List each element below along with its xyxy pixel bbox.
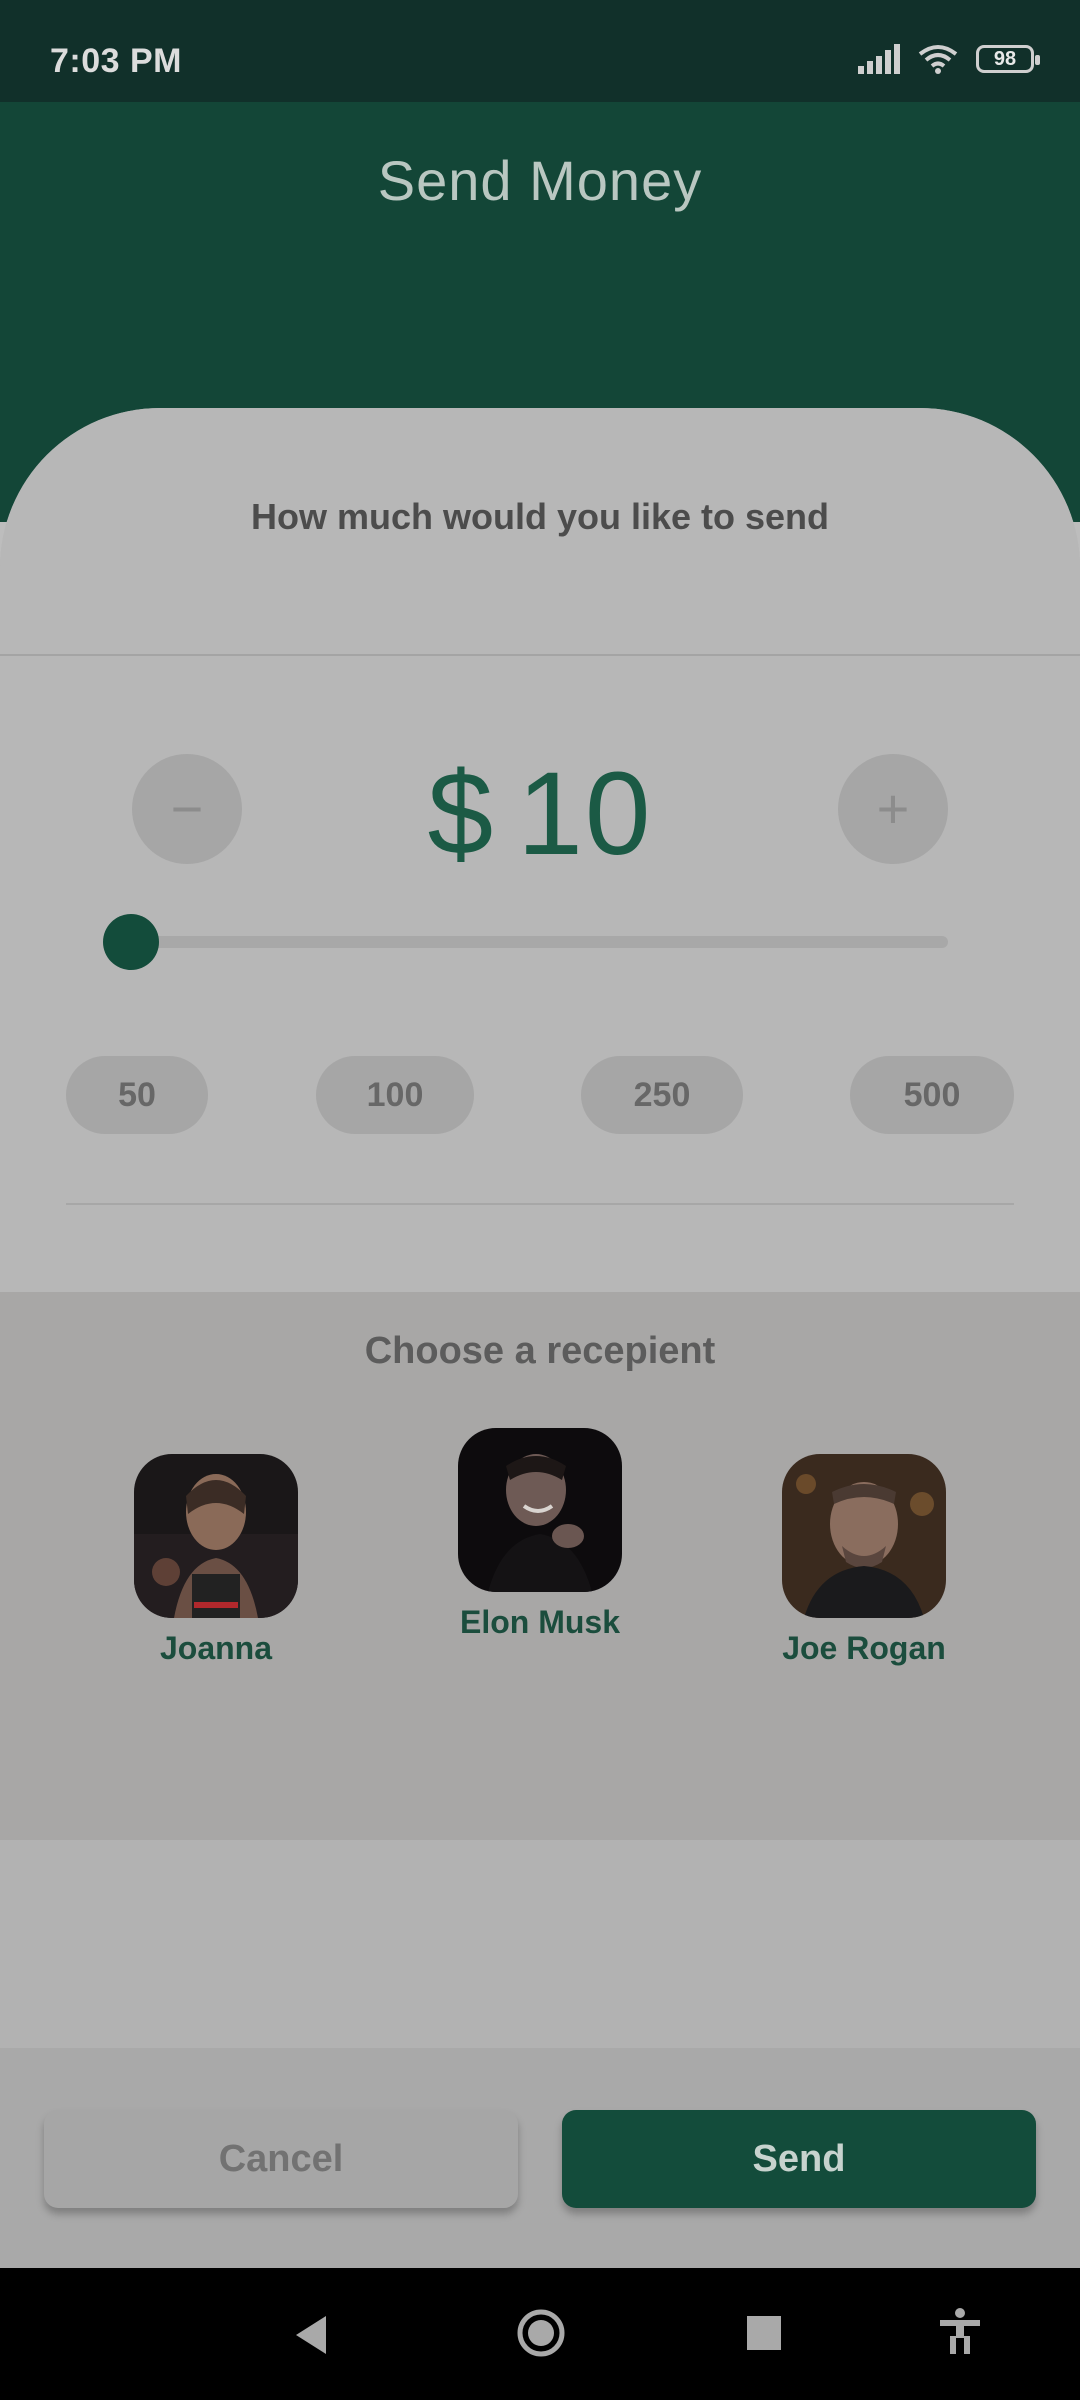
- send-button[interactable]: Send: [562, 2110, 1036, 2208]
- recipient-elon-musk[interactable]: Elon Musk: [430, 1428, 650, 1641]
- amount-question: How much would you like to send: [250, 496, 830, 537]
- signal-icon: [858, 44, 900, 74]
- cancel-button[interactable]: Cancel: [44, 2110, 518, 2208]
- amount-slider-track[interactable]: [130, 936, 948, 948]
- spacer-panel: [0, 1840, 1080, 2050]
- battery-icon: 98: [976, 45, 1040, 73]
- preset-100-button[interactable]: 100: [316, 1056, 474, 1134]
- preset-50-button[interactable]: 50: [66, 1056, 208, 1134]
- accessibility-icon[interactable]: [940, 2308, 980, 2354]
- status-time: 7:03 PM: [50, 42, 182, 80]
- recipients-panel: Choose a recepient Joanna Elon Musk Joe …: [0, 1292, 1080, 1840]
- divider: [66, 1203, 1014, 1205]
- battery-level: 98: [993, 47, 1017, 70]
- plus-icon: +: [876, 777, 910, 840]
- recipient-name: Elon Musk: [459, 1604, 620, 1640]
- recipient-name: Joe Rogan: [782, 1630, 946, 1666]
- home-icon[interactable]: [516, 2308, 566, 2358]
- amount-slider-thumb[interactable]: [103, 914, 159, 970]
- avatar: [458, 1428, 622, 1592]
- system-nav-bar: [0, 2268, 1080, 2400]
- preset-250-button[interactable]: 250: [581, 1056, 743, 1134]
- recipient-joe-rogan[interactable]: Joe Rogan: [754, 1454, 974, 1667]
- currency-symbol: $: [427, 748, 496, 880]
- recipient-name: Joanna: [159, 1630, 273, 1666]
- divider: [0, 654, 1080, 656]
- back-icon[interactable]: [292, 2314, 332, 2356]
- recipient-joanna[interactable]: Joanna: [106, 1454, 326, 1667]
- amount-value: 10: [517, 748, 653, 880]
- status-bar: 7:03 PM 98: [0, 0, 1080, 102]
- minus-icon: −: [170, 777, 204, 840]
- increase-button[interactable]: +: [838, 754, 948, 864]
- page-title: Send Money: [377, 149, 703, 212]
- amount-panel: How much would you like to send − $10 + …: [0, 408, 1080, 1292]
- amount-display: $10: [340, 746, 740, 882]
- avatar: [134, 1454, 298, 1618]
- recents-icon[interactable]: [747, 2316, 781, 2350]
- preset-500-button[interactable]: 500: [850, 1056, 1014, 1134]
- decrease-button[interactable]: −: [132, 754, 242, 864]
- avatar: [782, 1454, 946, 1618]
- status-icons: 98: [858, 44, 1040, 74]
- content-sheet: How much would you like to send − $10 + …: [0, 408, 1080, 2268]
- recipients-title: Choose a recepient: [364, 1330, 716, 1372]
- wifi-icon: [918, 45, 958, 74]
